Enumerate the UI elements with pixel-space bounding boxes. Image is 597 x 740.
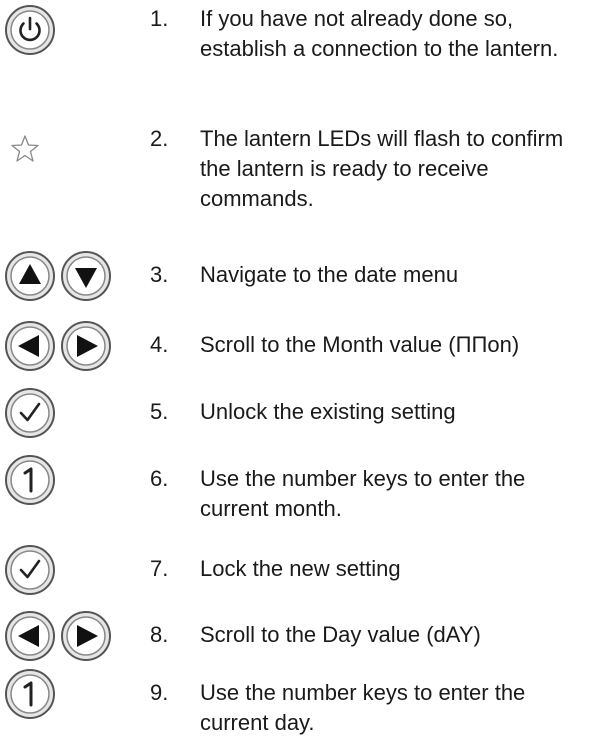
step-number: 8.	[150, 622, 169, 647]
right-arrow-button-icon	[60, 320, 112, 372]
step-text: If you have not already done so, establi…	[200, 6, 559, 61]
down-arrow-button-icon	[60, 250, 112, 302]
star-icon	[10, 134, 40, 164]
check-button-icon	[4, 387, 56, 439]
step-text: The lantern LEDs will flash to confirm t…	[200, 126, 564, 211]
step-number: 9.	[150, 680, 169, 705]
step-number: 3.	[150, 262, 169, 287]
step-number: 7.	[150, 556, 169, 581]
left-arrow-button-icon	[4, 320, 56, 372]
step-number: 1.	[150, 6, 169, 31]
step-text: Navigate to the date menu	[200, 262, 459, 287]
number-one-button-icon	[4, 668, 56, 720]
step-number: 2.	[150, 126, 169, 151]
step-number: 4.	[150, 332, 169, 357]
power-button-icon	[4, 4, 56, 56]
instruction-steps: 1. If you have not already done so, esta…	[0, 0, 597, 740]
step-text: Scroll to the Month value (ΠΠon)	[200, 332, 520, 357]
step-number: 5.	[150, 399, 169, 424]
up-arrow-button-icon	[4, 250, 56, 302]
step-text: Use the number keys to enter the current…	[200, 466, 526, 521]
step-text: Unlock the existing setting	[200, 399, 456, 424]
step-text: Lock the new setting	[200, 556, 401, 581]
check-button-icon	[4, 544, 56, 596]
right-arrow-button-icon	[60, 610, 112, 662]
step-number: 6.	[150, 466, 169, 491]
number-one-button-icon	[4, 454, 56, 506]
step-text: Use the number keys to enter the current…	[200, 680, 526, 735]
step-text: Scroll to the Day value (dAY)	[200, 622, 481, 647]
left-arrow-button-icon	[4, 610, 56, 662]
